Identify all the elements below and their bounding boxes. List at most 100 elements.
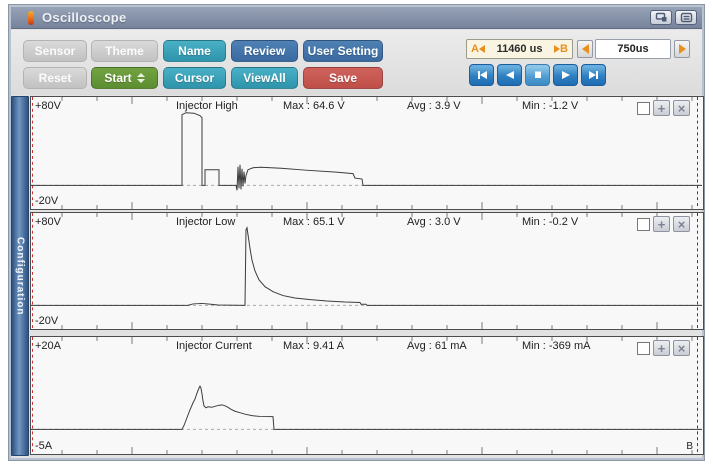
step-back-icon: [505, 71, 514, 79]
close-panel-button[interactable]: ×: [673, 216, 690, 232]
button-label: Start: [104, 71, 132, 85]
configuration-sidebar[interactable]: Configuration: [11, 96, 29, 456]
channel-title: Injector Low: [176, 216, 236, 228]
user-setting-button[interactable]: User Setting: [303, 40, 383, 62]
button-label: ViewAll: [243, 71, 286, 85]
channel-title: Injector Current: [176, 340, 252, 352]
button-label: Theme: [105, 44, 144, 58]
y-max-label: +20A: [35, 340, 61, 352]
skip-forward-button[interactable]: [581, 64, 606, 86]
timebase-value[interactable]: 750us: [595, 39, 671, 59]
toolbar: Sensor Theme Name Review User Setting Reset St…: [11, 30, 702, 95]
theme-button[interactable]: Theme: [91, 40, 158, 62]
button-label: Cursor: [174, 71, 215, 85]
restore-icon: [655, 12, 666, 22]
spinner-icon: [136, 73, 145, 83]
channel-panel: +80V Injector Low Max : 65.1 V Avg : 3.0 V M…: [30, 212, 704, 330]
button-label: Save: [328, 71, 358, 85]
waveform-trace: [31, 226, 702, 306]
stat-avg: Avg : 3.9 V: [407, 100, 461, 112]
button-label: Reset: [38, 71, 72, 85]
down-arrow-icon: [136, 79, 145, 83]
channel-panel: +20A Injector Current Max : 9.41 A Avg : 61…: [30, 336, 704, 455]
up-arrow-icon: [136, 73, 145, 77]
viewall-button[interactable]: ViewAll: [231, 67, 298, 89]
channel-enable-checkbox[interactable]: [637, 341, 650, 355]
close-panel-button[interactable]: ×: [673, 100, 690, 116]
stat-min: Min : -1.2 V: [522, 100, 579, 112]
y-min-label: -20V: [35, 315, 59, 327]
oscilloscope-window: Oscilloscope Sensor Theme Name Review Us…: [8, 4, 705, 461]
expand-panel-button[interactable]: +: [653, 216, 670, 232]
rollup-window-button[interactable]: [675, 10, 697, 25]
cursor-b-label-box: B: [560, 43, 568, 55]
expand-panel-button[interactable]: +: [653, 100, 670, 116]
review-button[interactable]: Review: [231, 40, 298, 62]
y-min-label: -5A: [35, 440, 53, 452]
channel-enable-checkbox[interactable]: [637, 101, 650, 115]
cursor-button[interactable]: Cursor: [163, 67, 226, 89]
y-max-label: +80V: [35, 100, 61, 112]
cursor-b-label: B: [686, 441, 693, 452]
sensor-button[interactable]: Sensor: [23, 40, 87, 62]
skip-back-button[interactable]: [469, 64, 494, 86]
save-button[interactable]: Save: [303, 67, 383, 89]
stat-avg: Avg : 61 mA: [407, 340, 467, 352]
button-label: Sensor: [34, 44, 76, 58]
stat-min: Min : -369 mA: [522, 340, 591, 352]
waveform-plot: [31, 337, 703, 454]
step-forward-button[interactable]: [553, 64, 578, 86]
panel-controls: + ×: [637, 340, 690, 356]
app-icon: [28, 10, 34, 25]
close-icon: ×: [677, 340, 686, 356]
name-button[interactable]: Name: [163, 40, 226, 62]
channel-panel: +80V Injector High Max : 64.6 V Avg : 3.9 V…: [30, 96, 704, 210]
waveform-trace: [31, 385, 702, 430]
title-bar: Oscilloscope: [11, 7, 702, 29]
stop-button[interactable]: [525, 64, 550, 86]
expand-panel-button[interactable]: +: [653, 340, 670, 356]
skip-back-icon: [477, 71, 487, 79]
start-button[interactable]: Start: [91, 67, 158, 89]
cursor-a-label: A: [471, 43, 479, 55]
step-back-button[interactable]: [497, 64, 522, 86]
close-icon: ×: [677, 216, 686, 232]
right-arrow-icon: [678, 44, 686, 54]
close-panel-button[interactable]: ×: [673, 340, 690, 356]
window-buttons: [650, 10, 697, 25]
window-title: Oscilloscope: [42, 10, 127, 25]
window-content: Oscilloscope Sensor Theme Name Review Us…: [11, 7, 704, 458]
plus-icon: +: [657, 216, 666, 232]
reset-button[interactable]: Reset: [23, 67, 87, 89]
stat-max: Max : 64.6 V: [283, 100, 345, 112]
ab-time-value: 11460 us: [496, 43, 543, 55]
waveform-plot: [31, 213, 703, 329]
restore-window-button[interactable]: [650, 10, 672, 25]
waveform-trace: [31, 112, 702, 191]
button-label: User Setting: [307, 44, 379, 58]
playback-controls: [469, 64, 606, 86]
plus-icon: +: [657, 100, 666, 116]
skip-forward-icon: [588, 71, 598, 79]
rollup-icon: [680, 12, 692, 23]
y-max-label: +80V: [35, 216, 61, 228]
stat-max: Max : 65.1 V: [283, 216, 345, 228]
ab-time-range[interactable]: A 11460 us B: [466, 39, 573, 59]
stat-min: Min : -0.2 V: [522, 216, 579, 228]
timebase-decrease-button[interactable]: [577, 40, 593, 58]
timebase-increase-button[interactable]: [674, 40, 690, 58]
plus-icon: +: [657, 340, 666, 356]
stop-icon: [534, 71, 541, 78]
stat-max: Max : 9.41 A: [283, 340, 345, 352]
close-icon: ×: [677, 100, 686, 116]
button-label: Review: [243, 44, 286, 58]
panel-controls: + ×: [637, 100, 690, 116]
button-label: Name: [178, 44, 211, 58]
left-arrow-icon: [581, 44, 589, 54]
channel-enable-checkbox[interactable]: [637, 217, 650, 231]
stat-avg: Avg : 3.0 V: [407, 216, 461, 228]
step-forward-icon: [561, 71, 570, 79]
y-min-label: -20V: [35, 195, 59, 207]
channel-title: Injector High: [176, 100, 238, 112]
panel-controls: + ×: [637, 216, 690, 232]
